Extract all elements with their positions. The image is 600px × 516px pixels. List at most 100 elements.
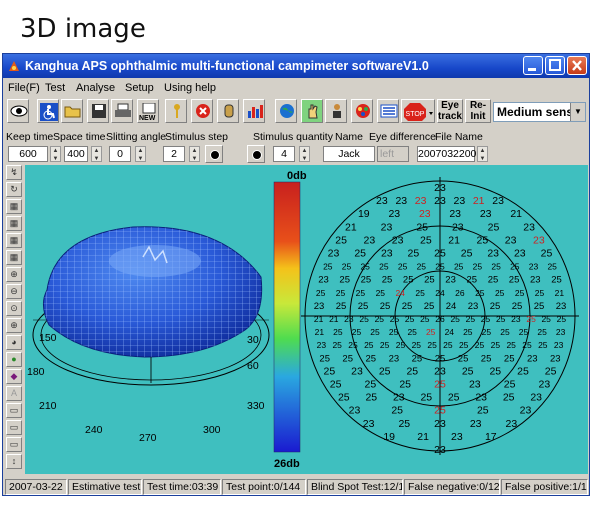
cube-icon-3[interactable]: ▭ xyxy=(6,437,22,452)
text-a-icon[interactable]: A xyxy=(6,386,22,401)
new-test-button[interactable]: NEW xyxy=(137,99,159,123)
scale-bottom-label: 26db xyxy=(274,458,300,470)
sensitivity-value: 25 xyxy=(316,288,326,298)
name-field[interactable]: Jack xyxy=(323,146,375,162)
sensitivity-value: 23 xyxy=(351,365,363,377)
bar-chart-icon xyxy=(248,105,263,118)
menu-using-help[interactable]: Using help xyxy=(164,82,216,94)
list-button[interactable] xyxy=(377,99,399,123)
visual-field-canvas: 150 30 180 60 210 330 240 270 300 0db 26… xyxy=(25,165,588,474)
patient-button[interactable] xyxy=(325,99,347,123)
field-map[interactable]: 2323 23 23 23 23 21 2319 23 23 23 23 2121 23 25 23 25 23… xyxy=(301,177,579,456)
sensitivity-value: 23 xyxy=(520,405,532,417)
sensitivity-value: 25 xyxy=(380,340,390,350)
eye-difference-value: left xyxy=(380,148,395,160)
grid-icon-3[interactable]: ▦ xyxy=(6,233,22,248)
sensitivity-value: 25 xyxy=(454,262,464,272)
sensitivity-value: 23 xyxy=(344,314,354,324)
file-name-field[interactable]: 2007032200 xyxy=(417,146,476,162)
sensitivity-value: 25 xyxy=(399,379,411,391)
canvas-svg: 150 30 180 60 210 330 240 270 300 0db 26… xyxy=(27,170,579,470)
sensitivity-value: 25 xyxy=(366,353,377,364)
statistics-button[interactable] xyxy=(243,99,265,123)
sensitivity-value: 21 xyxy=(510,208,522,220)
settings-button[interactable] xyxy=(351,99,373,123)
stimulus-step-spinner[interactable]: ▲ ▼ xyxy=(189,146,200,162)
eye-difference-select[interactable]: left xyxy=(377,146,409,162)
crosshair-icon[interactable]: ⊕ xyxy=(6,318,22,333)
sensitivity-value: 23 xyxy=(434,195,446,207)
reinit-button[interactable]: Re- Init xyxy=(465,99,491,123)
side-tool-1[interactable]: ↯ xyxy=(6,165,22,180)
menu-test[interactable]: Test xyxy=(45,82,65,94)
print-button[interactable] xyxy=(111,99,133,123)
sensitivity-value: 25 xyxy=(375,314,385,324)
slitting-angle-field[interactable]: 0 xyxy=(109,146,131,162)
space-time-field[interactable]: 400 xyxy=(64,146,88,162)
save-button[interactable] xyxy=(87,99,109,123)
grid-icon[interactable]: ▦ xyxy=(6,199,22,214)
grid-icon-2[interactable]: ▦ xyxy=(6,216,22,231)
sensitivity-value: 25 xyxy=(342,353,353,364)
toolbar: NEW STOP Eye track Re- Init Medium sens … xyxy=(3,97,589,127)
sensitivity-value: 25 xyxy=(509,275,520,286)
menu-setup[interactable]: Setup xyxy=(125,82,154,94)
minimize-button[interactable] xyxy=(523,56,543,75)
axis-icon[interactable]: ↕ xyxy=(6,454,22,469)
sensitivity-value: 25 xyxy=(335,234,347,246)
key-button[interactable] xyxy=(165,99,187,123)
sensitivity-value: 23 xyxy=(434,418,446,430)
close-button[interactable] xyxy=(567,56,587,75)
cube-icon[interactable]: ▭ xyxy=(6,403,22,418)
zoom-out-icon[interactable]: ⊖ xyxy=(6,284,22,299)
file-name-spinner[interactable]: ▲ ▼ xyxy=(477,146,488,162)
bowl-icon[interactable]: ◕ xyxy=(6,335,22,350)
sensitivity-value: 25 xyxy=(382,275,393,286)
grid-icon-4[interactable]: ▦ xyxy=(6,250,22,265)
slitting-angle-spinner[interactable]: ▲ ▼ xyxy=(135,146,146,162)
sensitivity-value: 25 xyxy=(506,340,516,350)
eye-track-button[interactable]: Eye track xyxy=(437,99,463,123)
sensitivity-value: 23 xyxy=(469,379,481,391)
stimulus-step-field[interactable]: 2 xyxy=(163,146,185,162)
sensitivity-value: 23 xyxy=(454,195,466,207)
delete-button[interactable] xyxy=(191,99,213,123)
stimulus-quantity-radio[interactable] xyxy=(247,145,265,163)
sensitivity-value: 25 xyxy=(491,340,501,350)
sensitivity-value: 25 xyxy=(535,288,545,298)
zoom-in-icon[interactable]: ⊕ xyxy=(6,267,22,282)
sensitivity-value: 25 xyxy=(398,418,410,430)
target-icon[interactable]: ⊙ xyxy=(6,301,22,316)
plot-3d[interactable] xyxy=(32,226,270,386)
stimulus-quantity-spinner[interactable]: ▲ ▼ xyxy=(299,146,310,162)
sensitivity-value: 23 xyxy=(470,418,482,430)
sensitivity-value: 23 xyxy=(550,353,561,364)
sensitivity-select[interactable]: Medium sens ▼ xyxy=(493,102,586,122)
stimulus-quantity-field[interactable]: 4 xyxy=(273,146,295,162)
title-bar[interactable]: Kanghua APS ophthalmic multi-functional … xyxy=(3,54,589,78)
maximize-button[interactable] xyxy=(545,56,565,75)
list-icon xyxy=(380,104,398,118)
cube-icon-2[interactable]: ▭ xyxy=(6,420,22,435)
hand-button[interactable] xyxy=(301,99,323,123)
accessibility-button[interactable] xyxy=(37,99,59,123)
response-button[interactable] xyxy=(217,99,239,123)
sensitivity-value: 26 xyxy=(435,314,445,324)
green-shape-icon[interactable]: ● xyxy=(6,352,22,367)
space-time-spinner[interactable]: ▲ ▼ xyxy=(91,146,102,162)
menu-file[interactable]: File(F) xyxy=(8,82,40,94)
keep-time-field[interactable]: 600 xyxy=(8,146,48,162)
rotate-icon[interactable]: ↻ xyxy=(6,182,22,197)
purple-shape-icon[interactable]: ◆ xyxy=(6,369,22,384)
stop-button[interactable]: STOP xyxy=(401,99,435,123)
view-eye-button[interactable] xyxy=(7,99,29,123)
stimulus-step-radio[interactable] xyxy=(205,145,223,163)
open-button[interactable] xyxy=(61,99,83,123)
menu-analyse[interactable]: Analyse xyxy=(76,82,115,94)
sensitivity-value: 21 xyxy=(473,195,485,207)
keep-time-spinner[interactable]: ▲ ▼ xyxy=(50,146,61,162)
sensitivity-value: 25 xyxy=(491,262,501,272)
sensitivity-value: 25 xyxy=(482,327,492,337)
globe-button[interactable] xyxy=(275,99,297,123)
sensitivity-value: 25 xyxy=(463,327,473,337)
